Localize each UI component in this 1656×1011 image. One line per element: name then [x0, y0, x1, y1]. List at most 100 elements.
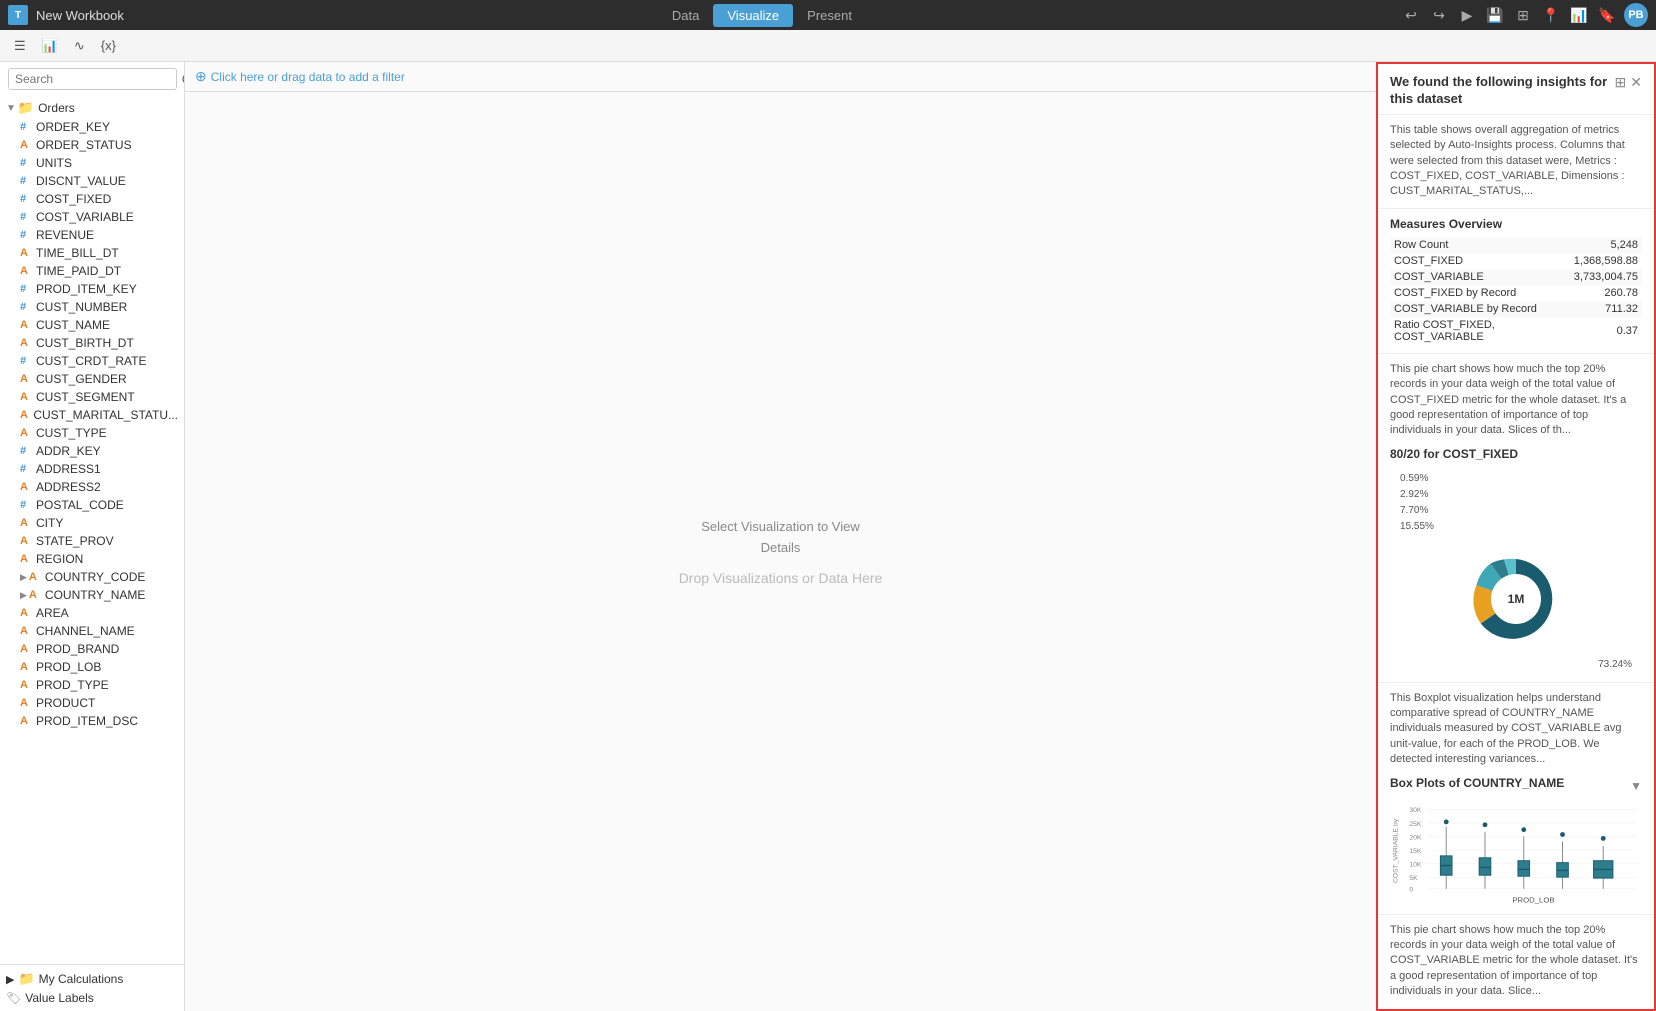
list-item[interactable]: APRODUCT: [0, 694, 184, 712]
list-item[interactable]: #ADDR_KEY: [0, 442, 184, 460]
boxplot-outlier: [1444, 819, 1449, 824]
list-item[interactable]: ACHANNEL_NAME: [0, 622, 184, 640]
text-icon: A: [20, 265, 32, 277]
left-sidebar: ⊕ ▼ 📁 Orders #ORDER_KEY AORDER_STATUS #U…: [0, 62, 185, 1011]
list-item[interactable]: #CUST_CRDT_RATE: [0, 352, 184, 370]
measures-overview-section: Measures Overview Row Count5,248 COST_FI…: [1378, 209, 1654, 354]
row-value: 711.32: [1570, 301, 1642, 317]
list-item[interactable]: ▶ ACOUNTRY_CODE: [0, 568, 184, 586]
item-label: CUST_GENDER: [36, 372, 127, 386]
list-item[interactable]: AORDER_STATUS: [0, 136, 184, 154]
trendline-button[interactable]: ∿: [68, 36, 91, 56]
insights-title: We found the following insights for this…: [1390, 74, 1615, 108]
list-item[interactable]: #PROD_ITEM_KEY: [0, 280, 184, 298]
chart-icon[interactable]: 📊: [1568, 4, 1590, 26]
list-item[interactable]: #POSTAL_CODE: [0, 496, 184, 514]
large-segment-label: 73.24%: [1390, 659, 1642, 670]
cost-fixed-desc: This pie chart shows how much the top 20…: [1390, 362, 1642, 439]
hash-icon: #: [20, 499, 32, 511]
list-item[interactable]: AAREA: [0, 604, 184, 622]
list-item[interactable]: ACUST_GENDER: [0, 370, 184, 388]
filter-bar[interactable]: ⊕ Click here or drag data to add a filte…: [185, 62, 1376, 92]
list-item[interactable]: ACUST_BIRTH_DT: [0, 334, 184, 352]
menu-button[interactable]: ☰: [8, 36, 32, 56]
hash-icon: #: [20, 463, 32, 475]
list-item[interactable]: APROD_TYPE: [0, 676, 184, 694]
list-item[interactable]: A CUST_SEGMENT: [0, 388, 184, 406]
redo-icon[interactable]: ↪: [1428, 4, 1450, 26]
list-item[interactable]: #REVENUE: [0, 226, 184, 244]
list-item[interactable]: ACUST_TYPE: [0, 424, 184, 442]
expand-icon: ▼: [6, 103, 16, 114]
list-item[interactable]: #UNITS: [0, 154, 184, 172]
folder-orders[interactable]: ▼ 📁 Orders: [0, 98, 184, 118]
measures-title: Measures Overview: [1390, 217, 1642, 231]
hash-icon: #: [20, 301, 32, 313]
undo-icon[interactable]: ↩: [1400, 4, 1422, 26]
list-item[interactable]: ASTATE_PROV: [0, 532, 184, 550]
chart-type-button[interactable]: 📊: [36, 36, 64, 56]
nav-present[interactable]: Present: [793, 4, 866, 27]
list-item[interactable]: #ORDER_KEY: [0, 118, 184, 136]
list-item[interactable]: APROD_BRAND: [0, 640, 184, 658]
cost-fixed-pie: 0.59%2.92%7.70%15.55% 1M: [1390, 467, 1642, 674]
formula-button[interactable]: {x}: [95, 36, 122, 55]
bookmark-icon[interactable]: 🔖: [1596, 4, 1618, 26]
grid-icon[interactable]: ⊞: [1512, 4, 1534, 26]
text-icon: A: [20, 625, 32, 637]
table-row: COST_VARIABLE by Record711.32: [1390, 301, 1642, 317]
list-item[interactable]: APROD_LOB: [0, 658, 184, 676]
list-item[interactable]: #ADDRESS1: [0, 460, 184, 478]
text-icon: A: [20, 139, 32, 151]
save-icon[interactable]: 💾: [1484, 4, 1506, 26]
boxplot-title: Box Plots of COUNTRY_NAME: [1390, 776, 1564, 790]
list-item[interactable]: #COST_FIXED: [0, 190, 184, 208]
text-icon: A: [20, 319, 32, 331]
cost-fixed-title: 80/20 for COST_FIXED: [1390, 447, 1642, 461]
item-label: COUNTRY_NAME: [45, 588, 145, 602]
list-item[interactable]: #COST_VARIABLE: [0, 208, 184, 226]
value-labels-item[interactable]: 🏷 Value Labels: [0, 989, 184, 1007]
list-item[interactable]: ATIME_PAID_DT: [0, 262, 184, 280]
toolbar: ☰ 📊 ∿ {x}: [0, 30, 1656, 62]
grid-options-icon[interactable]: ⊞: [1615, 74, 1627, 91]
pie-legend: 0.59%2.92%7.70%15.55%: [1390, 471, 1434, 535]
item-label: AREA: [36, 606, 69, 620]
text-icon: A: [20, 247, 32, 259]
item-label: CUST_TYPE: [36, 426, 107, 440]
list-item[interactable]: ACITY: [0, 514, 184, 532]
list-item[interactable]: AADDRESS2: [0, 478, 184, 496]
list-item[interactable]: ACUST_MARITAL_STATU...: [0, 406, 184, 424]
item-label: ADDR_KEY: [36, 444, 101, 458]
boxplot-outlier: [1560, 832, 1565, 837]
user-avatar[interactable]: PB: [1624, 3, 1648, 27]
list-item[interactable]: ▶ ACOUNTRY_NAME: [0, 586, 184, 604]
list-item[interactable]: ACUST_NAME: [0, 316, 184, 334]
text-icon: A: [20, 391, 32, 403]
list-item[interactable]: ATIME_BILL_DT: [0, 244, 184, 262]
boxplot-dropdown-icon[interactable]: ▼: [1630, 779, 1642, 793]
expand-icon: ▶: [20, 572, 27, 583]
expand-icon: ▶: [20, 590, 27, 601]
close-panel-icon[interactable]: ✕: [1630, 74, 1642, 91]
nav-data[interactable]: Data: [658, 4, 713, 27]
map-pin-icon[interactable]: 📍: [1540, 4, 1562, 26]
sidebar-tree: ▼ 📁 Orders #ORDER_KEY AORDER_STATUS #UNI…: [0, 96, 184, 964]
nav-visualize[interactable]: Visualize: [713, 4, 793, 27]
row-value: 3,733,004.75: [1570, 269, 1642, 285]
cost-variable-pie-section: This pie chart shows how much the top 20…: [1378, 915, 1654, 1011]
play-icon[interactable]: ▶: [1456, 4, 1478, 26]
my-calculations-item[interactable]: ▶ 📁 My Calculations: [0, 969, 184, 989]
search-input[interactable]: [8, 68, 177, 90]
y-tick: 15K: [1409, 848, 1422, 855]
list-item[interactable]: APROD_ITEM_DSC: [0, 712, 184, 730]
item-label: ADDRESS2: [36, 480, 101, 494]
item-label: UNITS: [36, 156, 72, 170]
item-label: CUST_SEGMENT: [36, 390, 135, 404]
list-item[interactable]: #DISCNT_VALUE: [0, 172, 184, 190]
table-row: Row Count5,248: [1390, 237, 1642, 253]
boxplot-chart: COST_VARIABLE by 30K 25K 20K 15K 10K 5K …: [1390, 796, 1642, 906]
table-row: Ratio COST_FIXED, COST_VARIABLE0.37: [1390, 317, 1642, 345]
list-item[interactable]: AREGION: [0, 550, 184, 568]
list-item[interactable]: #CUST_NUMBER: [0, 298, 184, 316]
